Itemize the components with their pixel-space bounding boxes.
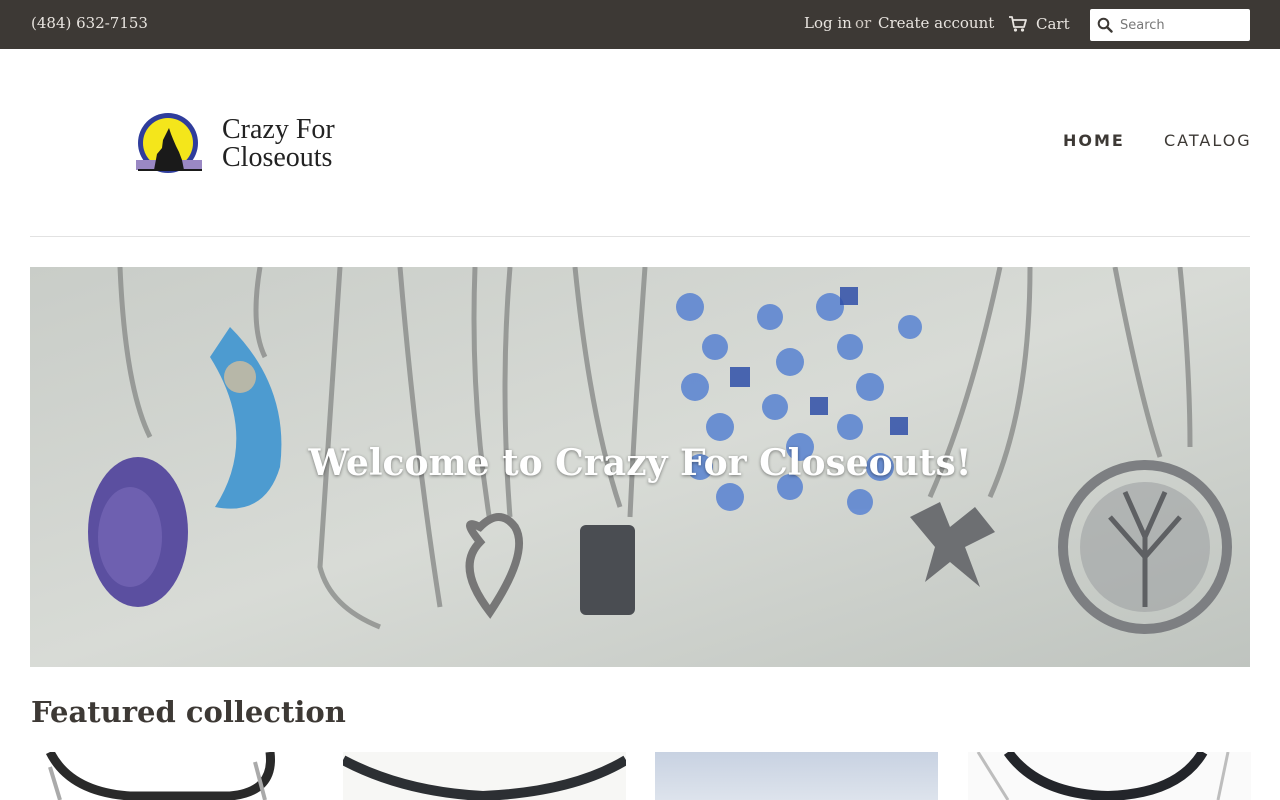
site-logo[interactable]: Crazy For Closeouts xyxy=(132,112,352,176)
cart-icon xyxy=(1008,15,1028,33)
hero-title: Welcome to Crazy For Closeouts! xyxy=(308,442,972,484)
product-image xyxy=(968,752,1251,800)
login-link[interactable]: Log in xyxy=(804,14,852,32)
cart-link[interactable]: Cart xyxy=(1008,12,1070,36)
howling-wolf-logo-icon xyxy=(136,113,202,173)
product-image xyxy=(655,752,938,800)
phone-number[interactable]: (484) 632-7153 xyxy=(31,14,148,32)
search-icon[interactable] xyxy=(1090,9,1120,41)
search-input[interactable] xyxy=(1120,10,1244,40)
cart-label: Cart xyxy=(1036,15,1070,33)
product-card[interactable] xyxy=(655,752,938,800)
or-separator: or xyxy=(855,14,872,32)
top-bar: (484) 632-7153 Log in or Create account … xyxy=(0,0,1280,49)
header-divider xyxy=(30,236,1250,237)
create-account-link[interactable]: Create account xyxy=(878,14,994,32)
featured-collection-title: Featured collection xyxy=(31,695,346,729)
logo-text: Crazy For Closeouts xyxy=(222,116,335,172)
logo-line-1: Crazy For xyxy=(222,114,335,145)
product-card[interactable] xyxy=(968,752,1251,800)
nav-home[interactable]: HOME xyxy=(1063,131,1125,150)
product-image xyxy=(30,752,313,800)
logo-line-2: Closeouts xyxy=(222,142,333,173)
search-box xyxy=(1090,9,1250,41)
product-image xyxy=(343,752,626,800)
nav-catalog[interactable]: CATALOG xyxy=(1164,131,1252,150)
product-card[interactable] xyxy=(30,752,313,800)
product-card[interactable] xyxy=(343,752,626,800)
